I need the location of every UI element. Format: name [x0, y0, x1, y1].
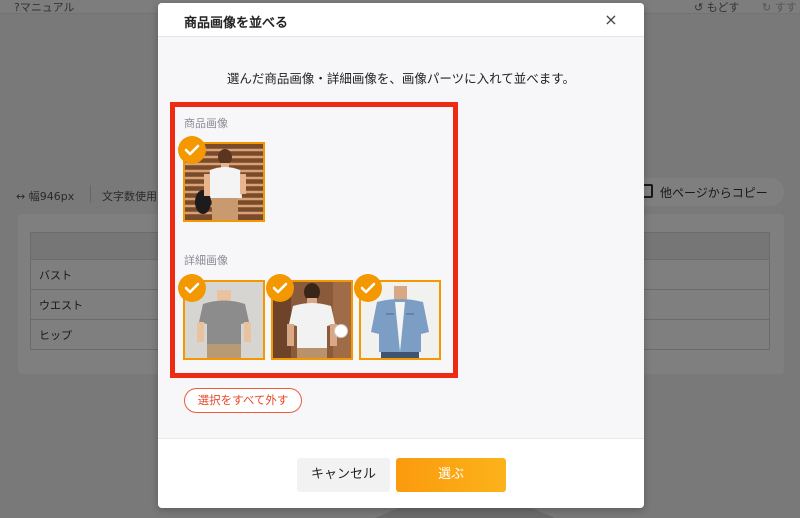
main-image-label: 商品画像: [184, 117, 228, 130]
modal-title: 商品画像を並べる: [184, 16, 289, 31]
selected-check-icon[interactable]: [354, 274, 382, 302]
cancel-button[interactable]: キャンセル: [297, 458, 390, 492]
modal-footer: キャンセル 選ぶ: [158, 438, 644, 508]
arrange-images-modal: 商品画像を並べる × 選んだ商品画像・詳細画像を、画像パーツに入れて並べます。 …: [158, 3, 644, 508]
deselect-all-button[interactable]: 選択をすべて外す: [184, 388, 302, 413]
selected-check-icon[interactable]: [178, 274, 206, 302]
selected-check-icon[interactable]: [178, 136, 206, 164]
drag-handle[interactable]: [334, 324, 348, 338]
select-button[interactable]: 選ぶ: [396, 458, 506, 492]
modal-header: 商品画像を並べる ×: [158, 3, 644, 37]
instruction-text: 選んだ商品画像・詳細画像を、画像パーツに入れて並べます。: [226, 71, 576, 86]
detail-image-label: 詳細画像: [184, 254, 228, 267]
close-icon[interactable]: ×: [602, 11, 620, 29]
selected-check-icon[interactable]: [266, 274, 294, 302]
